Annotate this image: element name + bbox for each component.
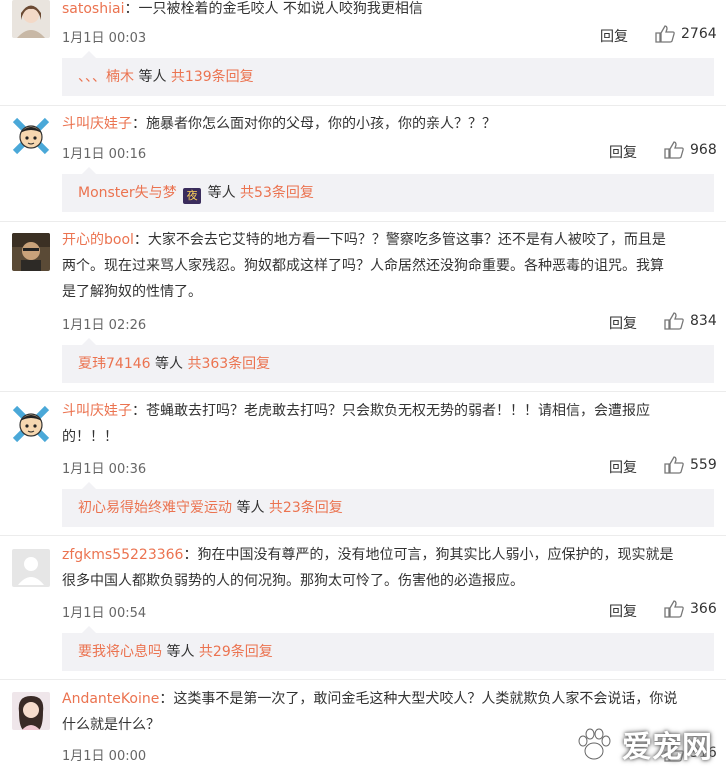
like-button[interactable]: 559 bbox=[664, 456, 717, 474]
reply-user-link[interactable]: 初心易得始终难守爱运动 bbox=[78, 500, 232, 516]
like-count: 559 bbox=[690, 457, 717, 473]
like-button[interactable]: 2764 bbox=[655, 25, 717, 43]
replies-summary: Monster失与梦 夜 等人 共53条回复 bbox=[62, 167, 714, 212]
watermark-text: 爱宠网 bbox=[622, 730, 712, 765]
comment-time: 1月1日 00:00 bbox=[62, 749, 147, 764]
like-count: 834 bbox=[690, 313, 717, 329]
comment-line: 开心的bool：大家不会去它艾特的地方看一下吗？？警察吃多管这事？还不是有人被咬… bbox=[62, 227, 712, 253]
comment-colon: ： bbox=[133, 232, 148, 248]
thumbs-up-icon bbox=[664, 600, 684, 618]
comment-time: 1月1日 00:36 bbox=[62, 462, 147, 477]
bubble-arrow bbox=[82, 338, 96, 345]
thumbs-up-icon bbox=[664, 456, 684, 474]
reply-button[interactable]: 回复 bbox=[609, 457, 637, 477]
replies-summary: 初心易得始终难守爱运动 等人 共23条回复 bbox=[62, 482, 714, 527]
reply-user-link[interactable]: 夏玮74146 bbox=[78, 356, 151, 372]
comment-text: satoshiai：一只被栓着的金毛咬人 不如说人咬狗我更相信 bbox=[62, 0, 712, 22]
comment-text: 开心的bool：大家不会去它艾特的地方看一下吗？？警察吃多管这事？还不是有人被咬… bbox=[62, 227, 712, 305]
comment-time: 1月1日 00:16 bbox=[62, 147, 147, 162]
reply-count-link[interactable]: 共53条回复 bbox=[240, 185, 314, 201]
comment-colon: ： bbox=[132, 116, 146, 132]
comment-line: 斗叫庆娃子：苍蝇敢去打吗？老虎敢去打吗？只会欺负无权无势的弱者！！！请相信，会遭… bbox=[62, 398, 712, 424]
like-count: 366 bbox=[690, 601, 717, 617]
avatar[interactable] bbox=[12, 405, 50, 443]
like-button[interactable]: 366 bbox=[664, 600, 717, 618]
reply-mid-text: 等人 bbox=[155, 356, 183, 372]
comment-line: zfgkms55223366：狗在中国没有尊严的，没有地位可言，狗其实比人弱小，… bbox=[62, 542, 712, 568]
comment-content-line: 苍蝇敢去打吗？老虎敢去打吗？只会欺负无权无势的弱者！！！请相信，会遭报应 bbox=[146, 403, 650, 419]
comment-username[interactable]: zfgkms55223366 bbox=[62, 547, 183, 563]
reply-count-link[interactable]: 共363条回复 bbox=[187, 356, 270, 372]
reply-mid-text: 等人 bbox=[236, 500, 265, 516]
comment-colon: ： bbox=[124, 1, 139, 17]
avatar[interactable] bbox=[12, 0, 50, 38]
comment-username[interactable]: AndanteKoine bbox=[62, 691, 159, 707]
divider bbox=[0, 391, 726, 392]
divider bbox=[0, 105, 726, 106]
reply-user-link[interactable]: 、、、楠木 bbox=[78, 69, 134, 85]
avatar[interactable] bbox=[12, 117, 50, 155]
bubble-arrow bbox=[82, 482, 96, 489]
reply-user-link[interactable]: Monster失与梦 bbox=[78, 185, 177, 201]
replies-summary: 要我将心息吗 等人 共29条回复 bbox=[62, 626, 714, 671]
comment-text: 斗叫庆娃子：施暴者你怎么面对你的父母，你的小孩，你的亲人？？？ bbox=[62, 111, 712, 137]
comment-time: 1月1日 00:54 bbox=[62, 606, 147, 621]
comment-content: 施暴者你怎么面对你的父母，你的小孩，你的亲人？？？ bbox=[146, 116, 496, 132]
like-count: 2764 bbox=[681, 26, 717, 42]
bubble-arrow bbox=[82, 167, 96, 174]
thumbs-up-icon bbox=[664, 141, 684, 159]
divider bbox=[0, 535, 726, 536]
replies-summary: 夏玮74146 等人 共363条回复 bbox=[62, 338, 714, 383]
comment-username[interactable]: 斗叫庆娃子 bbox=[62, 403, 132, 419]
reply-button[interactable]: 回复 bbox=[600, 26, 628, 46]
bubble-arrow bbox=[82, 626, 96, 633]
thumbs-up-icon bbox=[664, 312, 684, 330]
like-count: 968 bbox=[690, 142, 717, 158]
site-watermark: 爱宠网 bbox=[574, 720, 712, 768]
replies-summary: 、、、楠木 等人 共139条回复 bbox=[62, 51, 714, 96]
reply-user-link[interactable]: 要我将心息吗 bbox=[78, 644, 162, 660]
comment-content-line: 这类事不是第一次了，敢问金毛这种大型犬咬人？人类就欺负人家不会说话，你说 bbox=[173, 691, 678, 707]
comment-time: 1月1日 00:03 bbox=[62, 31, 147, 46]
reply-count-link[interactable]: 共139条回复 bbox=[171, 69, 254, 85]
reply-count-link[interactable]: 共29条回复 bbox=[199, 644, 273, 660]
reply-button[interactable]: 回复 bbox=[609, 142, 637, 162]
comment-colon: ： bbox=[132, 403, 146, 419]
comment-line: AndanteKoine：这类事不是第一次了，敢问金毛这种大型犬咬人？人类就欺负… bbox=[62, 686, 712, 712]
like-button[interactable]: 834 bbox=[664, 312, 717, 330]
avatar[interactable] bbox=[12, 233, 50, 271]
reply-mid-text: 等人 bbox=[166, 644, 195, 660]
user-badge-icon: 夜 bbox=[183, 188, 202, 204]
comment-time: 1月1日 02:26 bbox=[62, 318, 147, 333]
reply-button[interactable]: 回复 bbox=[609, 313, 637, 333]
reply-button[interactable]: 回复 bbox=[609, 601, 637, 621]
comment-colon: ： bbox=[183, 547, 198, 563]
reply-mid-text: 等人 bbox=[138, 69, 167, 85]
comment-content-line: 是了解狗奴的性情了。 bbox=[62, 284, 202, 300]
divider bbox=[0, 221, 726, 222]
avatar[interactable] bbox=[12, 692, 50, 730]
reply-count-link[interactable]: 共23条回复 bbox=[269, 500, 343, 516]
like-button[interactable]: 968 bbox=[664, 141, 717, 159]
thumbs-up-icon bbox=[655, 25, 675, 43]
comment-content-line: 很多中国人都欺负弱势的人的何况狗。那狗太可怜了。伤害他的必造报应。 bbox=[62, 573, 524, 589]
comment-username[interactable]: satoshiai bbox=[62, 1, 124, 17]
comment-content-line: 大家不会去它艾特的地方看一下吗？？警察吃多管这事？还不是有人被咬了，而且是 bbox=[147, 232, 666, 248]
comment-text: zfgkms55223366：狗在中国没有尊严的，没有地位可言，狗其实比人弱小，… bbox=[62, 542, 712, 594]
comment-username[interactable]: 开心的bool bbox=[62, 232, 134, 248]
comment-colon: ： bbox=[159, 691, 174, 707]
comment-content-line: 狗在中国没有尊严的，没有地位可言，狗其实比人弱小，应保护的，现实就是 bbox=[197, 547, 674, 563]
comment-content-line: 两个。现在过来骂人家残忍。狗奴都成这样了吗？人命居然还没狗命重要。各种恶毒的诅咒… bbox=[62, 258, 664, 274]
comment-username[interactable]: 斗叫庆娃子 bbox=[62, 116, 132, 132]
divider bbox=[0, 679, 726, 680]
reply-mid-text: 等人 bbox=[207, 185, 236, 201]
comment-content: 一只被栓着的金毛咬人 不如说人咬狗我更相信 bbox=[138, 1, 423, 17]
bubble-arrow bbox=[82, 51, 96, 58]
avatar[interactable] bbox=[12, 549, 50, 587]
comment-text: 斗叫庆娃子：苍蝇敢去打吗？老虎敢去打吗？只会欺负无权无势的弱者！！！请相信，会遭… bbox=[62, 398, 712, 450]
paw-print-icon bbox=[578, 728, 611, 760]
comment-content-line: 的！！！ bbox=[62, 429, 118, 445]
